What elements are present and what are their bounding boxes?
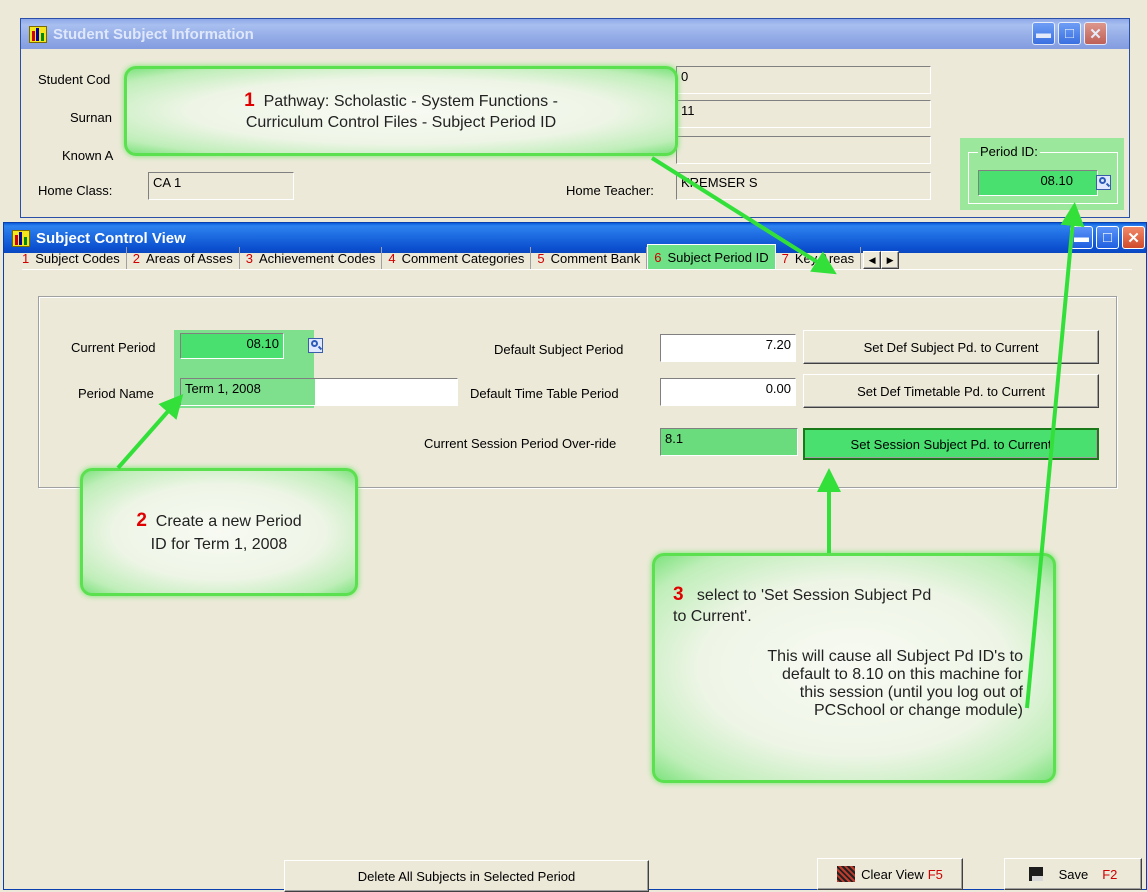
default-subject-period-label: Default Subject Period xyxy=(494,342,624,357)
home-teacher-field[interactable]: KREMSER S xyxy=(676,172,931,200)
set-def-timetable-button[interactable]: Set Def Timetable Pd. to Current xyxy=(803,374,1099,408)
session-override-field[interactable]: 8.1 xyxy=(660,428,798,456)
default-timetable-period-field[interactable]: 0.00 xyxy=(660,378,796,406)
set-session-subject-button[interactable]: Set Session Subject Pd. to Current xyxy=(803,428,1099,460)
callout-set-session: 3 select to 'Set Session Subject Pd to C… xyxy=(652,553,1056,783)
save-shortcut: F2 xyxy=(1102,866,1118,882)
student-code-label: Student Cod xyxy=(38,72,111,87)
save-icon xyxy=(1028,867,1043,881)
current-period-value: 08.10 xyxy=(246,336,279,351)
minimize-icon[interactable]: ▬ xyxy=(1032,22,1055,45)
app-icon xyxy=(29,25,47,43)
student-right-field-1[interactable]: 0 xyxy=(676,66,931,94)
close-icon[interactable]: ✕ xyxy=(1084,22,1107,45)
known-as-label: Known A xyxy=(62,148,114,163)
period-name-label: Period Name xyxy=(78,386,154,401)
callout-set-session-line2: to Current'. xyxy=(673,608,752,625)
tab-scroll-left-icon[interactable]: ◀ xyxy=(863,251,882,269)
tab-areas-of-assessment[interactable]: 2 Areas of Asses xyxy=(127,247,240,269)
home-class-label: Home Class: xyxy=(38,183,113,198)
session-override-label: Current Session Period Over-ride xyxy=(424,436,617,451)
tab-comment-categories[interactable]: 4 Comment Categories xyxy=(382,247,532,269)
default-timetable-period-label: Default Time Table Period xyxy=(470,386,619,401)
period-name-value: Term 1, 2008 xyxy=(185,381,261,396)
lookup-icon[interactable] xyxy=(1096,175,1111,190)
student-right-field-2[interactable]: 11 xyxy=(676,100,931,128)
current-period-label: Current Period xyxy=(71,340,156,355)
tab-subject-period-id[interactable]: 6 Subject Period ID xyxy=(647,244,776,269)
home-class-field[interactable]: CA 1 xyxy=(148,172,294,200)
period-id-label: Period ID: xyxy=(978,144,1040,159)
callout-pathway-line2: Curriculum Control Files - Subject Perio… xyxy=(245,114,557,131)
clear-view-label: Clear View xyxy=(861,866,924,882)
callout-create-period-line1: 2 Create a new Period xyxy=(136,510,302,531)
callout-pathway-line1: 1 Pathway: Scholastic - System Functions… xyxy=(244,90,558,111)
callout-create-period: 2 Create a new Period ID for Term 1, 200… xyxy=(80,468,358,596)
clear-view-icon xyxy=(837,866,856,882)
maximize-icon[interactable]: □ xyxy=(1058,22,1081,45)
tab-subject-codes[interactable]: 1 Subject Codes xyxy=(22,247,127,269)
save-label: Save xyxy=(1058,866,1089,882)
period-name-field[interactable]: Term 1, 2008 xyxy=(180,378,458,406)
delete-subjects-button[interactable]: Delete All Subjects in Selected Period xyxy=(284,860,649,892)
current-period-field[interactable]: 08.10 xyxy=(180,333,284,359)
period-id-field[interactable]: 08.10 xyxy=(978,170,1098,196)
clear-view-shortcut: F5 xyxy=(927,866,943,882)
tab-key-areas[interactable]: 7 Key Areas xyxy=(776,247,862,269)
student-right-field-3[interactable] xyxy=(676,136,931,164)
tab-comment-bank[interactable]: 5 Comment Bank xyxy=(531,247,648,269)
tab-scroll-right-icon[interactable]: ▶ xyxy=(881,251,900,269)
home-teacher-label: Home Teacher: xyxy=(566,183,654,198)
callout-set-session-note: This will cause all Subject Pd ID's to d… xyxy=(767,648,1023,719)
lookup-icon[interactable] xyxy=(307,338,323,353)
window-title: Student Subject Information xyxy=(53,25,254,43)
callout-set-session-line1: 3 select to 'Set Session Subject Pd xyxy=(673,584,932,605)
tab-achievement-codes[interactable]: 3 Achievement Codes xyxy=(240,247,383,269)
tab-strip: 1 Subject Codes 2 Areas of Asses 3 Achievem… xyxy=(22,244,1132,270)
period-id-value: 08.10 xyxy=(1040,173,1073,188)
student-window-titlebar[interactable]: Student Subject Information ▬ □ ✕ xyxy=(21,19,1129,49)
save-button[interactable]: Save F2 xyxy=(1004,858,1142,890)
default-subject-period-field[interactable]: 7.20 xyxy=(660,334,796,362)
surname-label: Surnan xyxy=(70,110,112,125)
clear-view-button[interactable]: Clear View F5 xyxy=(817,858,963,890)
callout-pathway: 1 Pathway: Scholastic - System Functions… xyxy=(124,66,678,156)
set-def-subject-button[interactable]: Set Def Subject Pd. to Current xyxy=(803,330,1099,364)
callout-create-period-line2: ID for Term 1, 2008 xyxy=(150,536,288,553)
